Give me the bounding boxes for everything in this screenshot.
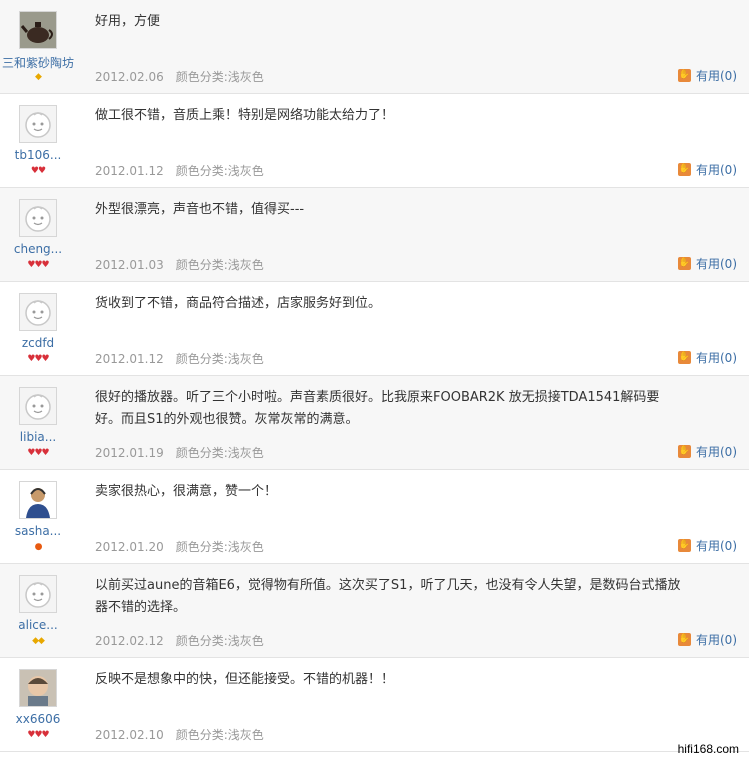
user-rank-badge: ♥♥♥ [27, 730, 49, 740]
username-link[interactable]: tb106... [0, 148, 76, 162]
review-row: cheng... ♥♥♥ 外型很漂亮，声音也不错，值得买--- 2012.01.03 颜… [0, 188, 749, 282]
review-date: 2012.02.10 [95, 728, 164, 742]
thumbs-up-icon: ✋ [678, 163, 691, 176]
review-meta: 2012.01.12 颜色分类:浅灰色 [95, 350, 264, 367]
useful-count: 有用(0) [696, 257, 737, 271]
review-meta: 2012.02.12 颜色分类:浅灰色 [95, 632, 264, 649]
user-avatar[interactable] [19, 199, 57, 237]
review-row: 三和紫砂陶坊 ◆ 好用，方便 2012.02.06 颜色分类:浅灰色 ✋ 有用(0) [0, 0, 749, 94]
review-list: 三和紫砂陶坊 ◆ 好用，方便 2012.02.06 颜色分类:浅灰色 ✋ 有用(0) tb10… [0, 0, 749, 752]
user-rank-badge: ● [34, 542, 43, 552]
useful-count: 有用(0) [696, 633, 737, 647]
username-link[interactable]: 三和紫砂陶坊 [0, 54, 76, 71]
user-rank-badge: ♥♥♥ [27, 354, 49, 364]
color-variant: 颜色分类:浅灰色 [175, 540, 264, 554]
review-row: sasha... ● 卖家很热心，很满意，赞一个！ 2012.01.20 颜色分类:浅灰… [0, 470, 749, 564]
review-meta: 2012.01.03 颜色分类:浅灰色 [95, 256, 264, 273]
user-avatar[interactable] [19, 105, 57, 143]
color-variant: 颜色分类:浅灰色 [175, 352, 264, 366]
useful-count: 有用(0) [696, 163, 737, 177]
username-link[interactable]: cheng... [0, 242, 76, 256]
username-link[interactable]: alice... [0, 618, 76, 632]
user-rank-badge: ♥♥ [30, 166, 46, 176]
review-text: 好用，方便 [95, 14, 161, 29]
review-date: 2012.01.12 [95, 164, 164, 178]
thumbs-up-icon: ✋ [678, 539, 691, 552]
review-text: 外型很漂亮，声音也不错，值得买--- [95, 202, 305, 217]
review-text: 反映不是想象中的快，但还能接受。不错的机器！！ [95, 672, 395, 687]
useful-button[interactable]: ✋ 有用(0) [678, 631, 737, 648]
review-text: 做工很不错，音质上乘！特别是网络功能太给力了！ [95, 108, 395, 123]
useful-button[interactable]: ✋ 有用(0) [678, 255, 737, 272]
watermark: hifi168.com [677, 742, 739, 756]
review-date: 2012.01.03 [95, 258, 164, 272]
thumbs-up-icon: ✋ [678, 351, 691, 364]
review-row: libia... ♥♥♥ 很好的播放器。听了三个小时啦。声音素质很好。比我原来FOO… [0, 376, 749, 470]
color-variant: 颜色分类:浅灰色 [175, 446, 264, 460]
thumbs-up-icon: ✋ [678, 633, 691, 646]
review-date: 2012.02.12 [95, 634, 164, 648]
user-rank-badge: ◆◆ [32, 636, 45, 646]
review-text: 卖家很热心，很满意，赞一个！ [95, 484, 278, 499]
thumbs-up-icon: ✋ [678, 257, 691, 270]
review-date: 2012.02.06 [95, 70, 164, 84]
thumbs-up-icon: ✋ [678, 445, 691, 458]
review-meta: 2012.01.19 颜色分类:浅灰色 [95, 444, 264, 461]
user-avatar[interactable] [19, 669, 57, 707]
useful-button[interactable]: ✋ 有用(0) [678, 349, 737, 366]
review-row: zcdfd ♥♥♥ 货收到了不错，商品符合描述，店家服务好到位。 2012.01.12… [0, 282, 749, 376]
useful-button[interactable]: ✋ 有用(0) [678, 537, 737, 554]
review-meta: 2012.02.06 颜色分类:浅灰色 [95, 68, 264, 85]
color-variant: 颜色分类:浅灰色 [175, 728, 264, 742]
review-date: 2012.01.19 [95, 446, 164, 460]
thumbs-up-icon: ✋ [678, 69, 691, 82]
user-avatar[interactable] [19, 575, 57, 613]
color-variant: 颜色分类:浅灰色 [175, 164, 264, 178]
useful-count: 有用(0) [696, 351, 737, 365]
review-meta: 2012.01.12 颜色分类:浅灰色 [95, 162, 264, 179]
user-avatar[interactable] [19, 481, 57, 519]
user-rank-badge: ◆ [35, 72, 42, 82]
useful-count: 有用(0) [696, 69, 737, 83]
color-variant: 颜色分类:浅灰色 [175, 634, 264, 648]
review-text: 以前买过aune的音箱E6，觉得物有所值。这次买了S1，听了几天，也没有令人失望… [95, 578, 681, 615]
user-avatar[interactable] [19, 293, 57, 331]
username-link[interactable]: sasha... [0, 524, 76, 538]
username-link[interactable]: libia... [0, 430, 76, 444]
user-avatar[interactable] [19, 11, 57, 49]
review-meta: 2012.01.20 颜色分类:浅灰色 [95, 538, 264, 555]
review-row: xx6606 ♥♥♥ 反映不是想象中的快，但还能接受。不错的机器！！ 2012.02.… [0, 658, 749, 752]
useful-button[interactable]: ✋ 有用(0) [678, 161, 737, 178]
user-avatar[interactable] [19, 387, 57, 425]
review-text: 货收到了不错，商品符合描述，店家服务好到位。 [95, 296, 382, 311]
useful-button[interactable]: ✋ 有用(0) [678, 443, 737, 460]
user-rank-badge: ♥♥♥ [27, 260, 49, 270]
color-variant: 颜色分类:浅灰色 [175, 258, 264, 272]
review-row: alice... ◆◆ 以前买过aune的音箱E6，觉得物有所值。这次买了S1，听了… [0, 564, 749, 658]
review-row: tb106... ♥♥ 做工很不错，音质上乘！特别是网络功能太给力了！ 2012.01… [0, 94, 749, 188]
username-link[interactable]: zcdfd [0, 336, 76, 350]
useful-button[interactable]: ✋ 有用(0) [678, 67, 737, 84]
color-variant: 颜色分类:浅灰色 [175, 70, 264, 84]
review-meta: 2012.02.10 颜色分类:浅灰色 [95, 726, 264, 743]
review-date: 2012.01.20 [95, 540, 164, 554]
review-text: 很好的播放器。听了三个小时啦。声音素质很好。比我原来FOOBAR2K 放无损接T… [95, 390, 660, 427]
useful-count: 有用(0) [696, 445, 737, 459]
useful-count: 有用(0) [696, 539, 737, 553]
user-rank-badge: ♥♥♥ [27, 448, 49, 458]
username-link[interactable]: xx6606 [0, 712, 76, 726]
review-date: 2012.01.12 [95, 352, 164, 366]
